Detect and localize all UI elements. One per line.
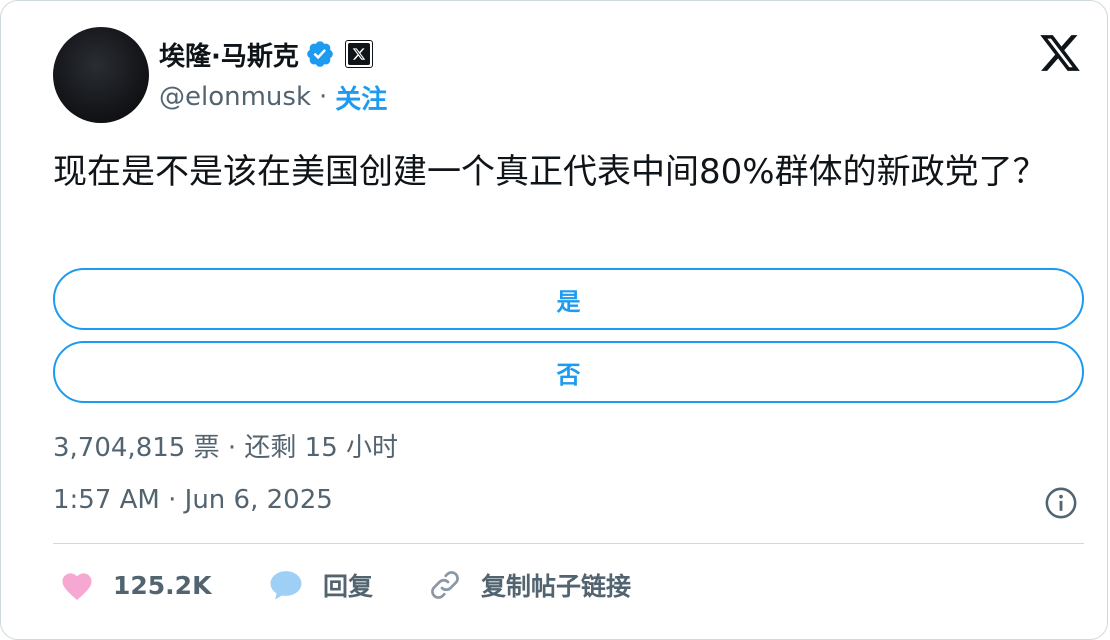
info-icon[interactable] (1044, 486, 1078, 520)
avatar[interactable] (53, 27, 149, 123)
author-handle[interactable]: @elonmusk (159, 82, 311, 112)
follow-button[interactable]: 关注 (335, 79, 387, 116)
like-button[interactable]: 125.2K (59, 563, 211, 607)
poll-meta: 3,704,815 票 · 还剩 15 小时 (53, 433, 398, 463)
copy-link-button[interactable]: 复制帖子链接 (427, 563, 631, 607)
divider (53, 543, 1084, 544)
reply-bubble-icon (270, 571, 302, 600)
copy-link-label: 复制帖子链接 (481, 572, 632, 601)
reply-button[interactable]: 回复 (267, 563, 373, 607)
verified-badge-icon (307, 41, 333, 67)
tweet-text: 现在是不是该在美国创建一个真正代表中间80%群体的新政党了？ (53, 152, 1047, 192)
reply-label: 回复 (323, 572, 374, 601)
author-handle-row: @elonmusk · 关注 (159, 77, 387, 117)
link-icon (431, 571, 459, 599)
tweet-card: 埃隆·马斯克 @elonmusk · 关注 现在是不是该在美国创建一个真正代表中… (0, 0, 1108, 640)
tweet-timestamp[interactable]: 1:57 AM · Jun 6, 2025 (53, 485, 333, 515)
x-logo-icon[interactable] (1037, 31, 1083, 75)
author-display-name[interactable]: 埃隆·马斯克 (159, 36, 299, 73)
like-count: 125.2K (113, 570, 212, 600)
author-name-row: 埃隆·马斯克 (159, 34, 373, 74)
heart-icon (62, 573, 92, 601)
separator-dot: · (319, 82, 328, 112)
poll-option-yes[interactable]: 是 (53, 268, 1084, 330)
poll-option-no[interactable]: 否 (53, 341, 1084, 403)
x-affiliate-badge-icon (344, 40, 373, 68)
